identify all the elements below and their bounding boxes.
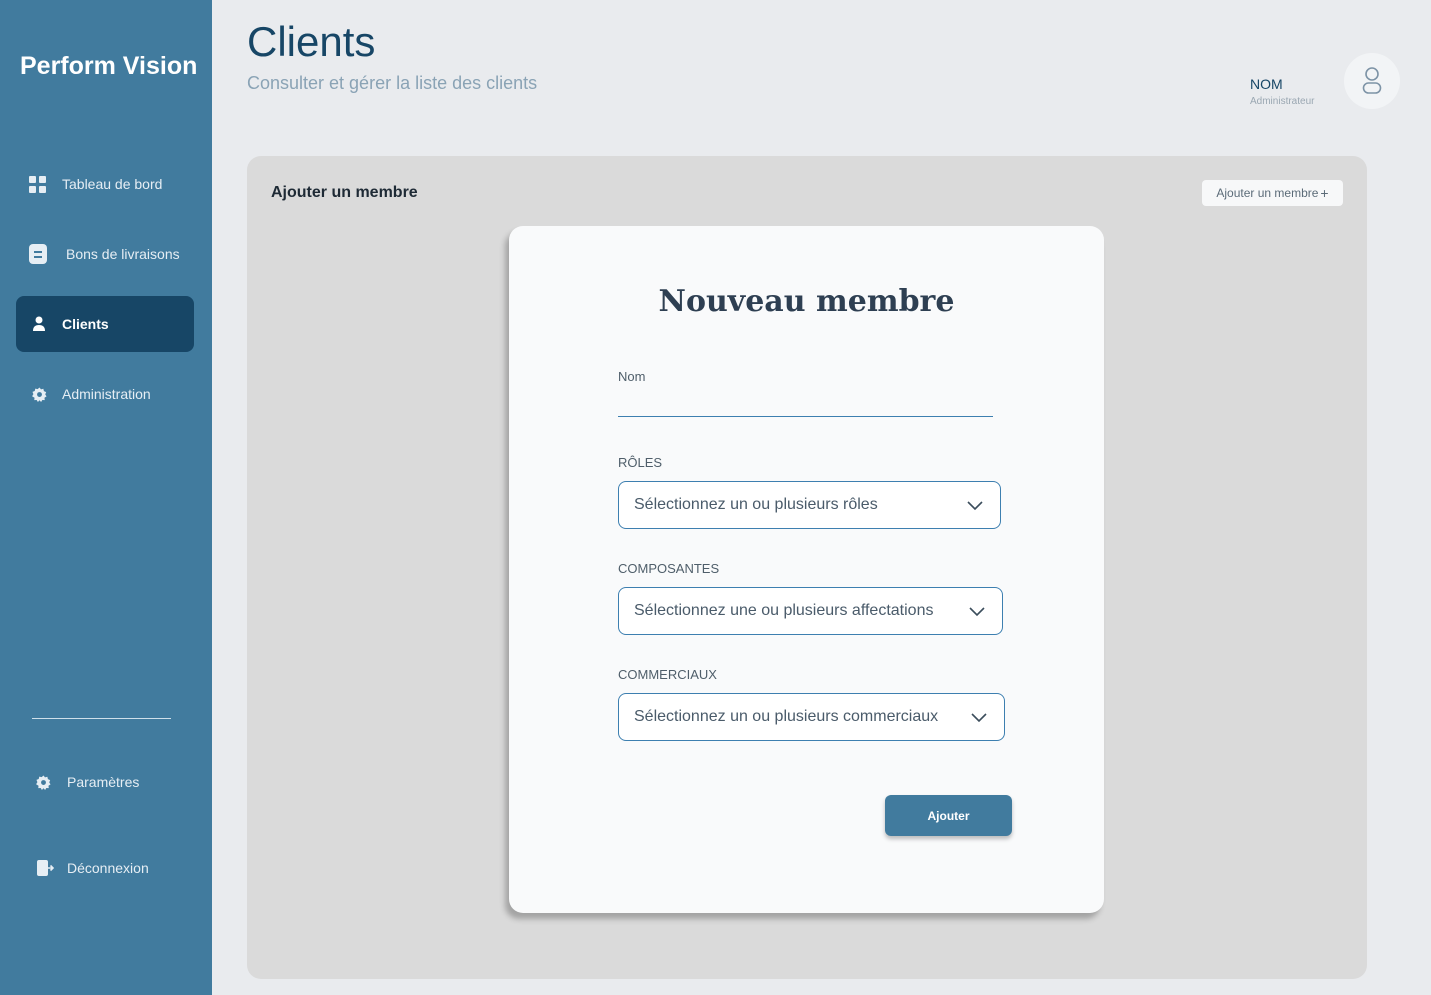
roles-select-placeholder: Sélectionnez un ou plusieurs rôles: [634, 496, 878, 513]
sidebar-divider: [32, 718, 171, 719]
add-member-button[interactable]: Ajouter un membre +: [1202, 180, 1343, 206]
chevron-down-icon: [967, 501, 983, 511]
sidebar-item-label: Paramètres: [67, 774, 140, 790]
new-member-dialog: Nouveau membre Nom RÔLES Sélectionnez un…: [509, 226, 1104, 913]
name-label: Nom: [618, 369, 646, 384]
document-icon: [29, 244, 47, 264]
name-field-underline: [618, 416, 993, 417]
sidebar-item-delivery-notes[interactable]: Bons de livraisons: [16, 226, 194, 282]
dashboard-icon: [28, 175, 46, 193]
chevron-down-icon: [969, 607, 985, 617]
page-title: Clients: [247, 18, 376, 65]
name-field[interactable]: [618, 390, 993, 416]
sales-select[interactable]: Sélectionnez un ou plusieurs commerciaux: [618, 693, 1005, 741]
user-role: Administrateur: [1250, 96, 1315, 107]
sidebar: Perform Vision Tableau de bord Bons de l…: [0, 0, 212, 995]
components-select[interactable]: Sélectionnez une ou plusieurs affectatio…: [618, 587, 1003, 635]
plus-icon: +: [1320, 185, 1329, 201]
sidebar-item-label: Tableau de bord: [62, 176, 163, 192]
sidebar-item-label: Clients: [62, 316, 109, 332]
sales-label: COMMERCIAUX: [618, 667, 717, 682]
gear-icon: [30, 385, 48, 403]
sidebar-item-label: Administration: [62, 386, 151, 402]
submit-button[interactable]: Ajouter: [885, 795, 1012, 836]
components-label: COMPOSANTES: [618, 561, 720, 576]
roles-label: RÔLES: [618, 455, 663, 470]
sales-select-placeholder: Sélectionnez un ou plusieurs commerciaux: [634, 708, 939, 725]
avatar[interactable]: [1344, 53, 1400, 109]
panel-title: Ajouter un membre: [271, 184, 418, 201]
components-select-placeholder: Sélectionnez une ou plusieurs affectatio…: [634, 602, 934, 619]
sidebar-item-clients[interactable]: Clients: [16, 296, 194, 352]
user-avatar-icon: [1362, 67, 1382, 94]
page-subtitle: Consulter et gérer la liste des clients: [247, 73, 538, 93]
sidebar-item-label: Bons de livraisons: [66, 246, 180, 262]
roles-select[interactable]: Sélectionnez un ou plusieurs rôles: [618, 481, 1001, 529]
sidebar-item-administration[interactable]: Administration: [16, 366, 194, 422]
sidebar-item-logout[interactable]: Déconnexion: [16, 840, 194, 896]
logout-icon: [36, 859, 54, 877]
add-member-label: Ajouter un membre: [1216, 186, 1319, 200]
sidebar-item-settings[interactable]: Paramètres: [16, 754, 194, 810]
sidebar-item-dashboard[interactable]: Tableau de bord: [16, 156, 194, 212]
user-name: NOM: [1250, 76, 1283, 92]
sidebar-item-label: Déconnexion: [67, 860, 149, 876]
user-icon: [30, 315, 48, 333]
chevron-down-icon: [971, 713, 987, 723]
dialog-title: Nouveau membre: [658, 284, 955, 319]
gear-icon: [34, 773, 52, 791]
app-brand: Perform Vision: [20, 52, 198, 80]
